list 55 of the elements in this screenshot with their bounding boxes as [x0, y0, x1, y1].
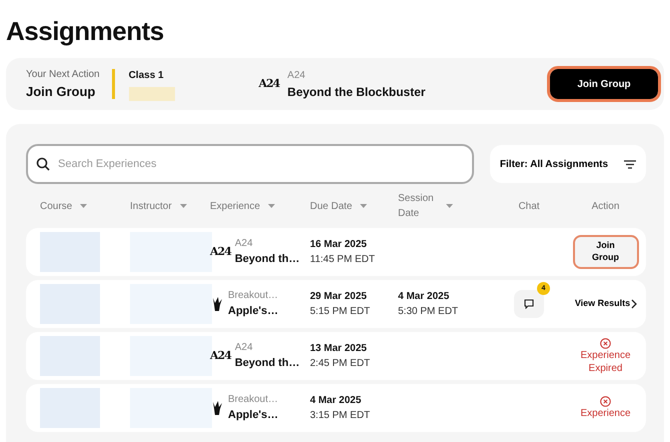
join-group-button[interactable]: Join Group — [550, 69, 658, 99]
class-name: Class 1 — [128, 68, 165, 82]
next-action-title: Join Group — [26, 82, 96, 101]
logo: A24 — [210, 348, 231, 364]
provider-name: A24 — [234, 341, 254, 356]
logo: A24 — [258, 76, 280, 92]
column-header[interactable]: Session Date — [398, 191, 438, 221]
search-field[interactable]: Search Experiences — [26, 144, 474, 184]
provider-name: A24 — [287, 68, 306, 82]
filter-icon — [624, 160, 636, 168]
provider-name: Breakout… — [228, 289, 278, 304]
accent-divider — [112, 69, 115, 99]
filter-button[interactable]: Filter: All Assignments — [490, 145, 646, 183]
expired-status: Experience Expired — [579, 348, 632, 374]
due-date: 4 Mar 2025 — [310, 394, 362, 408]
blurred-block — [40, 388, 100, 428]
provider-name: A24 — [234, 237, 254, 252]
view-results-button[interactable]: View Results — [574, 297, 630, 311]
column-header[interactable]: Experience — [210, 198, 260, 214]
circle-x-icon — [600, 396, 611, 407]
column-header[interactable]: Instructor — [130, 198, 172, 214]
due-time: 3:15 PM EDT — [310, 409, 372, 423]
blurred-block — [128, 86, 175, 100]
column-header[interactable]: Action — [592, 198, 620, 214]
due-time: 5:15 PM EDT — [310, 305, 372, 319]
session-date: 4 Mar 2025 — [398, 290, 450, 304]
page-title: Assignments — [6, 15, 165, 48]
experience-title: Beyond the Blockbuster — [287, 84, 426, 100]
experience-title: Apple's… — [228, 408, 278, 424]
chevron-right-icon — [630, 299, 636, 309]
due-time: 11:45 PM EDT — [310, 253, 376, 267]
next-action-label: Your Next Action — [26, 68, 100, 82]
experience-title: Beyond th… — [234, 252, 300, 268]
blurred-block — [40, 336, 100, 376]
experience-title: Beyond th… — [234, 356, 300, 372]
logo: A24 — [210, 244, 231, 260]
due-date: 16 Mar 2025 — [310, 238, 368, 252]
due-time: 2:45 PM EDT — [310, 357, 372, 371]
column-header[interactable]: Course — [40, 198, 72, 214]
column-header[interactable]: Due Date — [310, 198, 352, 214]
blurred-block — [40, 232, 100, 272]
blurred-block — [40, 284, 100, 324]
provider-name: Breakout… — [228, 393, 278, 408]
figure-icon — [210, 400, 224, 416]
session-time: 5:30 PM EDT — [398, 305, 460, 319]
experience-title: Apple's… — [228, 304, 278, 320]
join-group-button[interactable]: Join Group — [572, 235, 638, 269]
due-date: 13 Mar 2025 — [310, 342, 368, 356]
circle-x-icon — [600, 338, 611, 348]
figure-icon — [210, 296, 224, 312]
expired-status: Experience — [579, 407, 632, 420]
column-header[interactable]: Chat — [518, 198, 540, 214]
chat-bubble-icon — [524, 299, 534, 309]
chat-button[interactable] — [514, 290, 544, 318]
due-date: 29 Mar 2025 — [310, 290, 368, 304]
